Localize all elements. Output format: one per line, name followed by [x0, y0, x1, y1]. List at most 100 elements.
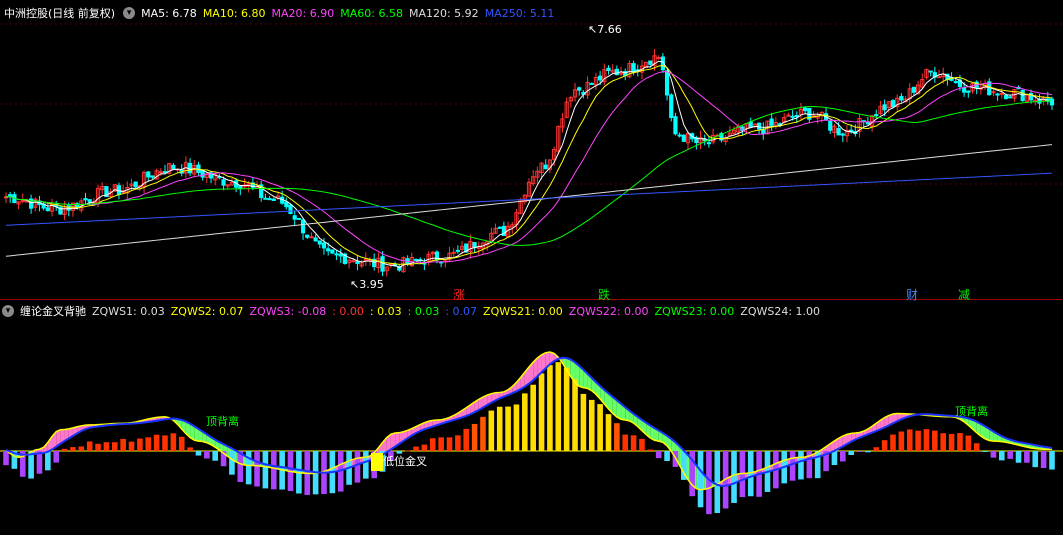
candle-body [962, 87, 967, 93]
histogram-bar [630, 435, 637, 451]
top-divergence-label-1: 顶背离 [206, 415, 239, 428]
histogram-bar [605, 414, 612, 451]
histogram-bar [120, 438, 126, 451]
candle-body [1049, 98, 1055, 106]
histogram-bar [538, 373, 545, 451]
histogram-bar [45, 451, 51, 471]
candle-body [330, 249, 335, 254]
candle-body [664, 70, 670, 96]
histogram-bar [998, 451, 1005, 461]
histogram-bar [496, 406, 503, 451]
histogram-bar [78, 446, 85, 451]
chevron-down-icon[interactable]: ▾ [2, 305, 14, 317]
golden-cross-marker [371, 453, 383, 471]
histogram-bar [53, 451, 60, 463]
histogram-bar [940, 433, 947, 451]
indicator-legend-item-6: : 0.07 [445, 304, 478, 318]
histogram-bar [697, 451, 704, 508]
candle-body [413, 258, 419, 261]
candle-body [300, 219, 306, 234]
indicator-legend-item-10: ZQWS24: 1.00 [740, 304, 821, 318]
histogram-bar [103, 442, 110, 451]
candle-body [497, 226, 502, 229]
candle-body [380, 256, 385, 272]
histogram-bar [923, 429, 930, 451]
candle-body [83, 198, 88, 201]
candle-body [706, 142, 712, 145]
indicator-legend-item-3: : 0.00 [332, 304, 364, 318]
candle-body [221, 179, 226, 186]
candle-body [271, 198, 276, 201]
candle-body [911, 86, 917, 93]
candle-body [966, 90, 971, 93]
histogram-bar [547, 365, 553, 451]
histogram-bar [1049, 451, 1055, 470]
candle-body [45, 207, 50, 212]
candle-body [577, 87, 582, 91]
histogram-bar [421, 444, 428, 451]
histogram-bar [505, 406, 511, 451]
histogram-bar [522, 393, 528, 451]
candle-body [836, 128, 841, 136]
candle-body [673, 116, 678, 135]
indicator-legend-item-4: : 0.03 [369, 304, 402, 318]
indicator-legend-item-0: ZQWS1: 0.03 [92, 304, 165, 318]
histogram-bar [354, 451, 361, 483]
histogram-bar [95, 443, 101, 451]
histogram-bar [898, 431, 905, 451]
candle-body [8, 194, 13, 197]
histogram-bar [480, 416, 486, 451]
candle-body [334, 253, 339, 256]
histogram-bar [254, 451, 260, 487]
histogram-bar [455, 435, 461, 451]
candle-body [267, 198, 272, 201]
candle-body [648, 60, 653, 65]
low-golden-cross-text: 低位金叉 [383, 455, 427, 468]
candle-body [238, 185, 243, 189]
candle-body [292, 215, 297, 220]
histogram-bar [655, 451, 662, 459]
histogram-bar [580, 393, 587, 451]
histogram-bar [865, 451, 871, 453]
candle-body [702, 139, 707, 142]
histogram-bar [948, 433, 955, 451]
histogram-bar [789, 451, 796, 481]
histogram-bar [438, 437, 444, 451]
indicator-legend-item-7: ZQWS21: 0.00 [483, 304, 563, 318]
candle-body [171, 164, 176, 170]
histogram-bar [798, 451, 804, 480]
candle-body [865, 121, 871, 125]
event-marker-finance[interactable]: 财 [906, 286, 918, 303]
low-golden-cross-label: 低位金叉 [371, 453, 427, 471]
candle-body [598, 75, 603, 81]
histogram-bar [178, 436, 185, 451]
candle-body [66, 205, 71, 211]
candle-body [162, 171, 168, 174]
histogram-bar [61, 448, 68, 451]
candle-body [828, 121, 833, 131]
histogram-bar [513, 404, 520, 451]
candle-body [769, 118, 774, 126]
candle-body [606, 67, 611, 72]
candle-body [618, 72, 624, 75]
candle-body [677, 134, 682, 137]
histogram-bar [363, 451, 369, 479]
histogram-bar [204, 451, 210, 459]
histogram-bar [831, 451, 838, 466]
candle-body [614, 68, 619, 76]
histogram-bar [588, 399, 595, 451]
histogram-bar [262, 451, 269, 489]
histogram-bar [856, 451, 863, 452]
candle-body [309, 236, 314, 239]
event-marker-fall[interactable]: 跌 [598, 286, 610, 303]
event-marker-reduce[interactable]: 减 [958, 286, 970, 303]
histogram-bar [990, 451, 997, 458]
histogram-bar [212, 451, 218, 461]
histogram-bar [881, 440, 888, 451]
histogram-bar [814, 451, 821, 479]
ma-line-ma120 [5, 144, 1053, 257]
candle-body [631, 63, 636, 73]
candle-body [953, 81, 958, 84]
event-marker-rise[interactable]: 涨 [453, 286, 465, 303]
indicator-legend-item-2: ZQWS3: -0.08 [249, 304, 327, 318]
